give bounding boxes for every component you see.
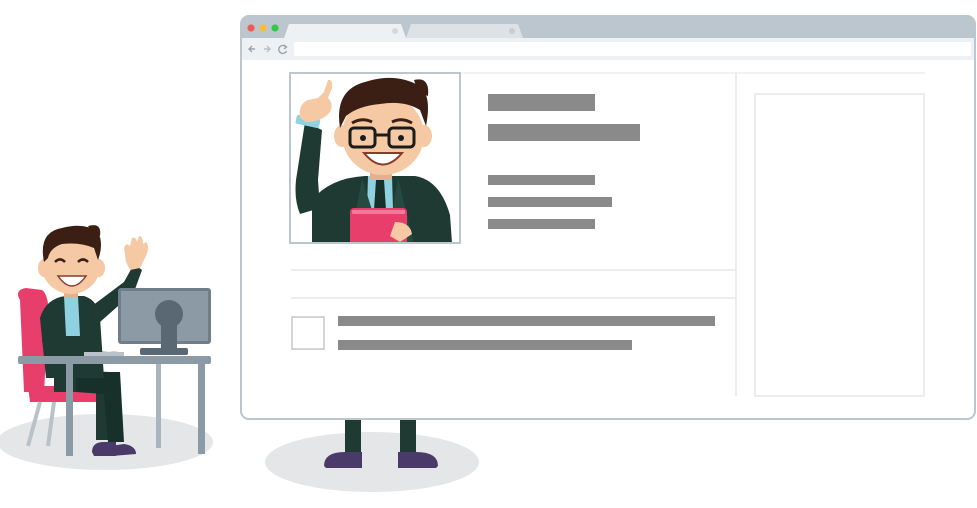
address-bar[interactable]	[294, 42, 971, 56]
profile-title-placeholder	[488, 124, 640, 141]
ground-shadow-center	[265, 432, 479, 492]
tab-inactive-close-icon[interactable]	[509, 28, 515, 34]
list-item-line-placeholder-2	[338, 340, 632, 350]
list-item-checkbox[interactable]	[291, 316, 325, 350]
illustration-scene	[0, 15, 976, 492]
close-window-button[interactable]	[247, 24, 255, 32]
profile-detail-placeholder-2	[488, 197, 612, 207]
list-item-line-placeholder-1	[338, 316, 715, 326]
tab-active-close-icon[interactable]	[392, 28, 398, 34]
profile-name-placeholder	[488, 94, 595, 111]
tab-active[interactable]	[284, 24, 406, 38]
profile-detail-placeholder-1	[488, 175, 595, 185]
sidebar-panel	[754, 93, 925, 397]
maximize-window-button[interactable]	[271, 24, 279, 32]
desk-top	[18, 356, 211, 364]
profile-detail-placeholder-3	[488, 219, 595, 229]
minimize-window-button[interactable]	[259, 24, 267, 32]
profile-photo	[289, 72, 461, 244]
tab-inactive[interactable]	[406, 24, 523, 38]
